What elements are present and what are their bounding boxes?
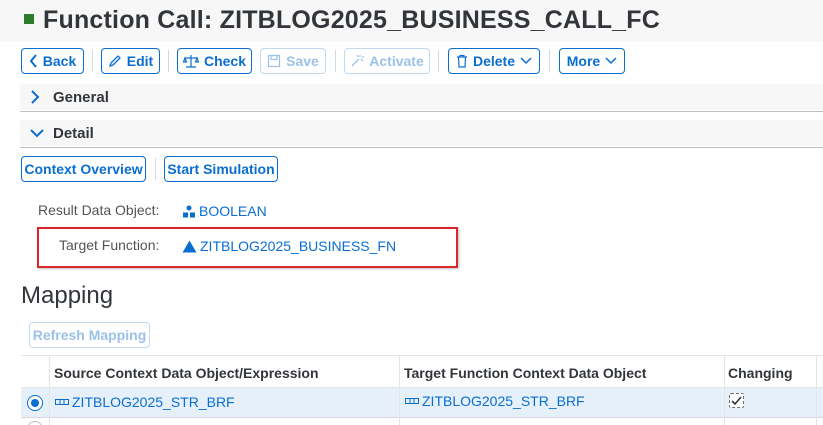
pencil-icon	[108, 55, 121, 68]
result-data-object-label: Result Data Object:	[38, 202, 160, 218]
table-header: Source Context Data Object/Expression Ta…	[21, 355, 823, 388]
section-detail-label: Detail	[53, 124, 94, 142]
refresh-mapping-button[interactable]: Refresh Mapping	[29, 322, 150, 348]
more-button-label: More	[566, 53, 601, 69]
back-button-label: Back	[42, 53, 77, 69]
row-select-radio[interactable]	[27, 421, 43, 425]
delete-button-label: Delete	[472, 53, 516, 69]
changing-checkbox[interactable]	[729, 393, 744, 408]
section-detail-header[interactable]: Detail	[20, 120, 823, 146]
column-divider	[49, 355, 50, 425]
chevron-down-icon	[30, 128, 44, 138]
save-icon	[268, 54, 281, 68]
column-header-source[interactable]: Source Context Data Object/Expression	[54, 356, 319, 389]
checkmark-icon	[731, 395, 742, 405]
save-button-label: Save	[286, 53, 319, 69]
column-header-target[interactable]: Target Function Context Data Object	[404, 356, 646, 389]
toolbar-separator	[92, 50, 93, 72]
chevron-down-icon	[520, 57, 532, 65]
toolbar-separator	[438, 50, 439, 72]
toolbar-separator	[155, 158, 156, 180]
source-data-object-value: ZITBLOG2025_STR_BRF	[72, 394, 235, 410]
result-data-object-link[interactable]: BOOLEAN	[182, 203, 267, 219]
row-select-radio[interactable]	[27, 395, 43, 411]
highlight-box	[37, 227, 458, 268]
toolbar-separator	[335, 50, 336, 72]
edit-button-label: Edit	[126, 53, 154, 69]
more-button[interactable]: More	[559, 48, 625, 74]
toolbar: Back Edit Check Save Activate Delete Mor…	[0, 48, 823, 75]
mapping-title: Mapping	[21, 282, 114, 309]
section-general-label: General	[53, 88, 109, 106]
toolbar-separator	[549, 50, 550, 72]
object-status-icon	[24, 14, 34, 24]
column-header-changing[interactable]: Changing	[728, 356, 793, 389]
table-row[interactable]: ZITBLOG2025_STR_BRF ZITBLOG2025_STR_BRF	[21, 388, 823, 418]
mapping-table: Source Context Data Object/Expression Ta…	[21, 355, 823, 425]
save-button[interactable]: Save	[260, 48, 326, 74]
column-divider	[724, 355, 725, 425]
activate-button[interactable]: Activate	[344, 48, 430, 74]
result-data-object-value: BOOLEAN	[199, 203, 267, 219]
activate-button-label: Activate	[369, 53, 424, 69]
structure-field-icon	[405, 398, 419, 404]
chevron-down-icon	[605, 57, 617, 65]
section-general-header[interactable]: General	[20, 84, 823, 110]
section-divider	[20, 147, 823, 148]
context-overview-button[interactable]: Context Overview	[21, 156, 146, 182]
chevron-left-icon	[29, 54, 37, 68]
page-title: Function Call: ZITBLOG2025_BUSINESS_CALL…	[43, 6, 661, 34]
toolbar-separator	[168, 50, 169, 72]
trash-icon	[456, 54, 467, 68]
source-data-object-link[interactable]: ZITBLOG2025_STR_BRF	[55, 394, 235, 410]
structure-icon	[183, 205, 195, 217]
target-data-object-link[interactable]: ZITBLOG2025_STR_BRF	[405, 393, 585, 409]
start-simulation-button[interactable]: Start Simulation	[164, 156, 278, 182]
table-row[interactable]	[21, 418, 823, 425]
back-button[interactable]: Back	[21, 48, 84, 74]
section-divider	[20, 111, 823, 112]
structure-field-icon	[55, 399, 69, 405]
magic-wand-icon	[351, 54, 365, 67]
check-button-label: Check	[203, 53, 247, 69]
page-header: Function Call: ZITBLOG2025_BUSINESS_CALL…	[0, 0, 823, 42]
balance-check-icon	[182, 55, 199, 68]
target-data-object-value: ZITBLOG2025_STR_BRF	[422, 393, 585, 409]
edit-button[interactable]: Edit	[101, 48, 160, 74]
delete-button[interactable]: Delete	[448, 48, 540, 74]
chevron-right-icon	[30, 90, 44, 104]
column-divider	[399, 355, 400, 425]
column-divider	[816, 355, 817, 425]
check-button[interactable]: Check	[177, 48, 252, 74]
